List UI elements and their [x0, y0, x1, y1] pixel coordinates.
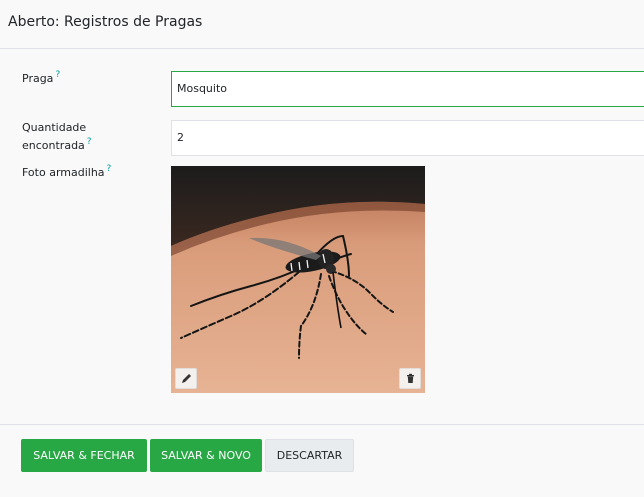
foto-label: Foto armadilha?	[22, 164, 111, 182]
save-new-button[interactable]: SALVAR & NOVO	[150, 439, 262, 472]
quantidade-label-line2: encontrada	[22, 139, 85, 152]
praga-label-text: Praga	[22, 72, 54, 85]
footer-divider	[0, 424, 644, 425]
dialog-title: Aberto: Registros de Pragas	[8, 14, 203, 30]
quantidade-field[interactable]: 2	[171, 120, 644, 156]
foto-label-text: Foto armadilha	[22, 166, 105, 179]
save-close-button[interactable]: SALVAR & FECHAR	[21, 439, 147, 472]
praga-label: Praga?	[22, 70, 60, 88]
mosquito-photo-image	[171, 166, 425, 393]
dialog-header: Aberto: Registros de Pragas	[0, 0, 644, 49]
quantidade-help-icon[interactable]: ?	[87, 137, 92, 147]
trap-photo	[171, 166, 425, 393]
trash-icon	[406, 373, 414, 383]
quantidade-label-line1: Quantidade	[22, 121, 87, 134]
discard-button[interactable]: DESCARTAR	[265, 439, 354, 472]
foto-help-icon[interactable]: ?	[107, 164, 112, 174]
quantidade-label: Quantidade encontrada?	[22, 119, 92, 155]
pencil-icon	[181, 374, 191, 383]
praga-field[interactable]: Mosquito	[171, 71, 644, 107]
delete-image-button[interactable]	[399, 368, 421, 389]
praga-help-icon[interactable]: ?	[55, 70, 60, 80]
pest-record-dialog: Aberto: Registros de Pragas Praga? Mosqu…	[0, 0, 644, 497]
edit-image-button[interactable]	[175, 368, 197, 389]
